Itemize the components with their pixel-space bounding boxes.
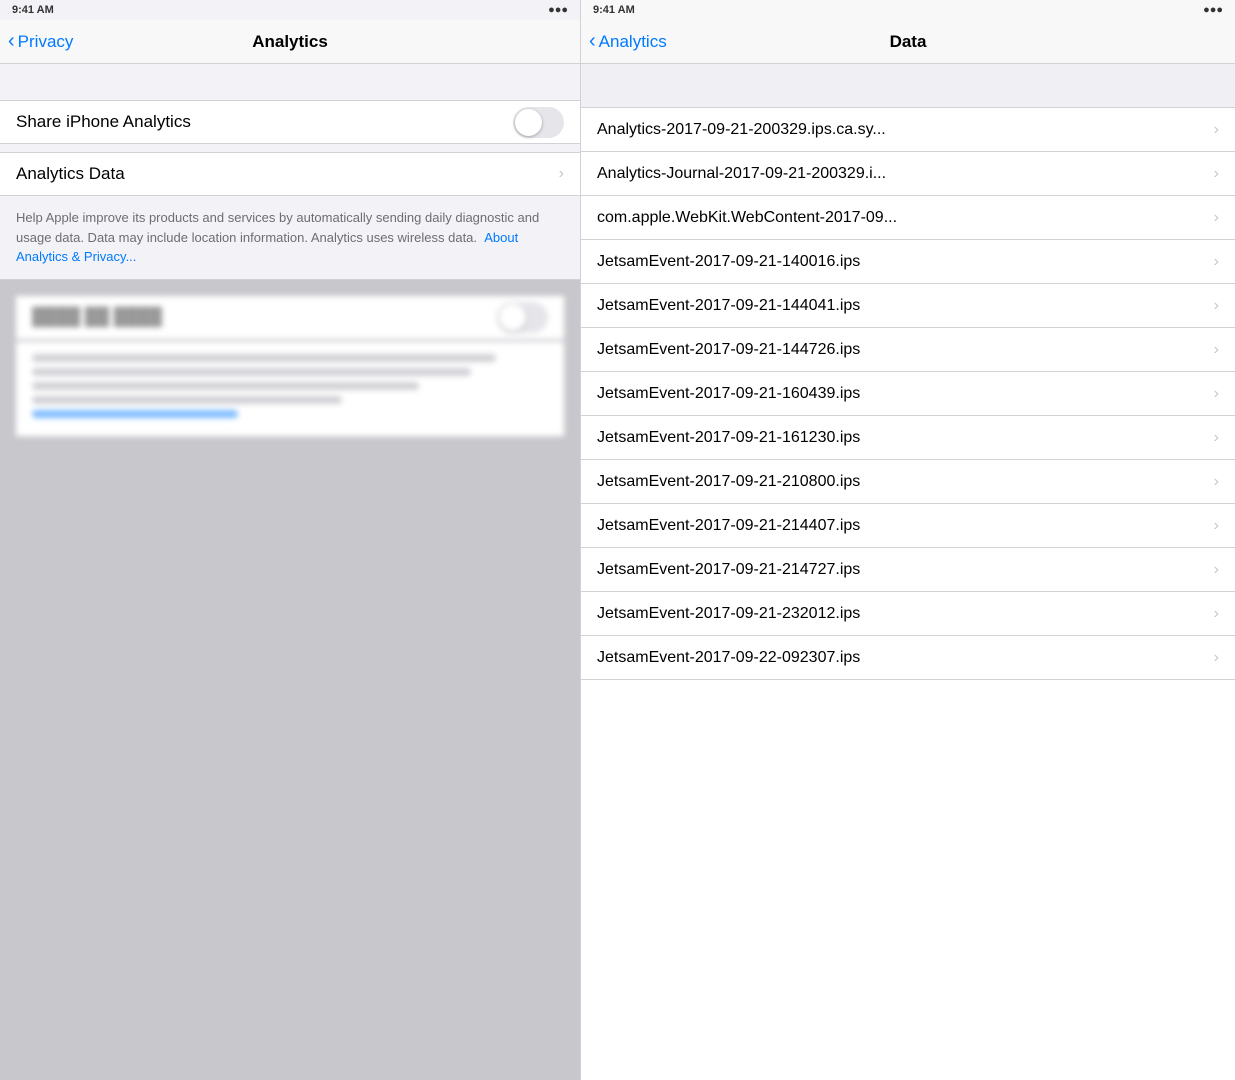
analytics-description-text: Help Apple improve its products and serv… <box>16 210 539 264</box>
list-item-label: Analytics-Journal-2017-09-21-200329.i... <box>597 165 1206 183</box>
list-item-label: JetsamEvent-2017-09-21-214407.ips <box>597 517 1206 535</box>
list-item-chevron-icon: › <box>1214 209 1219 227</box>
share-analytics-toggle[interactable] <box>513 107 564 138</box>
blur-line-5 <box>32 410 238 418</box>
blur-toggle <box>497 302 548 333</box>
list-item[interactable]: JetsamEvent-2017-09-21-214407.ips › <box>581 504 1235 548</box>
blur-line-1 <box>32 354 496 362</box>
right-nav-title: Data <box>890 32 927 52</box>
search-bar-area <box>581 64 1235 108</box>
left-status-bar: 9:41 AM ●●● <box>0 0 580 20</box>
list-item-chevron-icon: › <box>1214 165 1219 183</box>
right-nav-bar: ‹ Analytics Data <box>581 20 1235 64</box>
list-item-label: JetsamEvent-2017-09-21-232012.ips <box>597 605 1206 623</box>
left-spacer-1 <box>0 64 580 100</box>
list-item-chevron-icon: › <box>1214 561 1219 579</box>
blur-line-2 <box>32 368 471 376</box>
list-item[interactable]: JetsamEvent-2017-09-22-092307.ips › <box>581 636 1235 680</box>
left-status-icons: ●●● <box>548 4 568 16</box>
right-back-button[interactable]: ‹ Analytics <box>589 30 667 53</box>
share-analytics-cell[interactable]: Share iPhone Analytics <box>0 100 580 144</box>
blur-text-block <box>16 341 564 437</box>
list-item-label: JetsamEvent-2017-09-21-144041.ips <box>597 297 1206 315</box>
right-status-icons: ●●● <box>1203 4 1223 16</box>
list-item[interactable]: com.apple.WebKit.WebContent-2017-09... › <box>581 196 1235 240</box>
data-list: Analytics-2017-09-21-200329.ips.ca.sy...… <box>581 108 1235 1080</box>
right-back-label[interactable]: Analytics <box>599 32 667 52</box>
list-item[interactable]: Analytics-Journal-2017-09-21-200329.i...… <box>581 152 1235 196</box>
list-item-chevron-icon: › <box>1214 517 1219 535</box>
analytics-description-block: Help Apple improve its products and serv… <box>0 196 580 280</box>
list-item-label: JetsamEvent-2017-09-21-140016.ips <box>597 253 1206 271</box>
list-item[interactable]: JetsamEvent-2017-09-21-144041.ips › <box>581 284 1235 328</box>
list-item-label: JetsamEvent-2017-09-21-161230.ips <box>597 429 1206 447</box>
left-back-label[interactable]: Privacy <box>18 32 74 52</box>
share-analytics-label: Share iPhone Analytics <box>16 112 191 132</box>
right-status-bar: 9:41 AM ●●● <box>581 0 1235 20</box>
list-item-chevron-icon: › <box>1214 473 1219 491</box>
left-nav-bar: ‹ Privacy Analytics <box>0 20 580 64</box>
left-status-time: 9:41 AM <box>12 4 54 16</box>
left-panel: 9:41 AM ●●● ‹ Privacy Analytics Share iP… <box>0 0 580 1080</box>
left-back-chevron-icon: ‹ <box>8 30 15 53</box>
left-nav-title: Analytics <box>252 32 328 52</box>
right-back-chevron-icon: ‹ <box>589 30 596 53</box>
right-status-time: 9:41 AM <box>593 4 635 16</box>
analytics-data-row[interactable]: Analytics Data › <box>0 152 580 196</box>
list-item-chevron-icon: › <box>1214 429 1219 447</box>
right-panel: 9:41 AM ●●● ‹ Analytics Data Analytics-2… <box>580 0 1235 1080</box>
left-blurred-section: ████ ██ ████ <box>0 280 580 1080</box>
left-spacer-2 <box>0 144 580 152</box>
list-item[interactable]: JetsamEvent-2017-09-21-232012.ips › <box>581 592 1235 636</box>
list-item-chevron-icon: › <box>1214 385 1219 403</box>
blur-line-4 <box>32 396 342 404</box>
analytics-data-label: Analytics Data <box>16 164 125 184</box>
blur-row-1: ████ ██ ████ <box>16 296 564 340</box>
list-item-label: JetsamEvent-2017-09-22-092307.ips <box>597 649 1206 667</box>
list-item-chevron-icon: › <box>1214 649 1219 667</box>
list-item-chevron-icon: › <box>1214 297 1219 315</box>
list-item-label: JetsamEvent-2017-09-21-214727.ips <box>597 561 1206 579</box>
list-item-label: com.apple.WebKit.WebContent-2017-09... <box>597 209 1206 227</box>
analytics-data-chevron-icon: › <box>559 165 564 183</box>
list-item[interactable]: JetsamEvent-2017-09-21-160439.ips › <box>581 372 1235 416</box>
list-item-label: JetsamEvent-2017-09-21-144726.ips <box>597 341 1206 359</box>
list-item[interactable]: JetsamEvent-2017-09-21-210800.ips › <box>581 460 1235 504</box>
list-item-chevron-icon: › <box>1214 253 1219 271</box>
list-item-chevron-icon: › <box>1214 341 1219 359</box>
list-item-label: JetsamEvent-2017-09-21-210800.ips <box>597 473 1206 491</box>
left-back-button[interactable]: ‹ Privacy <box>8 30 73 53</box>
list-item[interactable]: JetsamEvent-2017-09-21-140016.ips › <box>581 240 1235 284</box>
list-item[interactable]: Analytics-2017-09-21-200329.ips.ca.sy...… <box>581 108 1235 152</box>
blur-content: ████ ██ ████ <box>0 280 580 453</box>
list-item[interactable]: JetsamEvent-2017-09-21-161230.ips › <box>581 416 1235 460</box>
list-item[interactable]: JetsamEvent-2017-09-21-144726.ips › <box>581 328 1235 372</box>
list-item[interactable]: JetsamEvent-2017-09-21-214727.ips › <box>581 548 1235 592</box>
list-item-label: Analytics-2017-09-21-200329.ips.ca.sy... <box>597 121 1206 139</box>
list-item-label: JetsamEvent-2017-09-21-160439.ips <box>597 385 1206 403</box>
toggle-knob <box>515 109 542 136</box>
blur-line-3 <box>32 382 419 390</box>
list-item-chevron-icon: › <box>1214 121 1219 139</box>
list-item-chevron-icon: › <box>1214 605 1219 623</box>
blur-label-1: ████ ██ ████ <box>32 307 162 327</box>
